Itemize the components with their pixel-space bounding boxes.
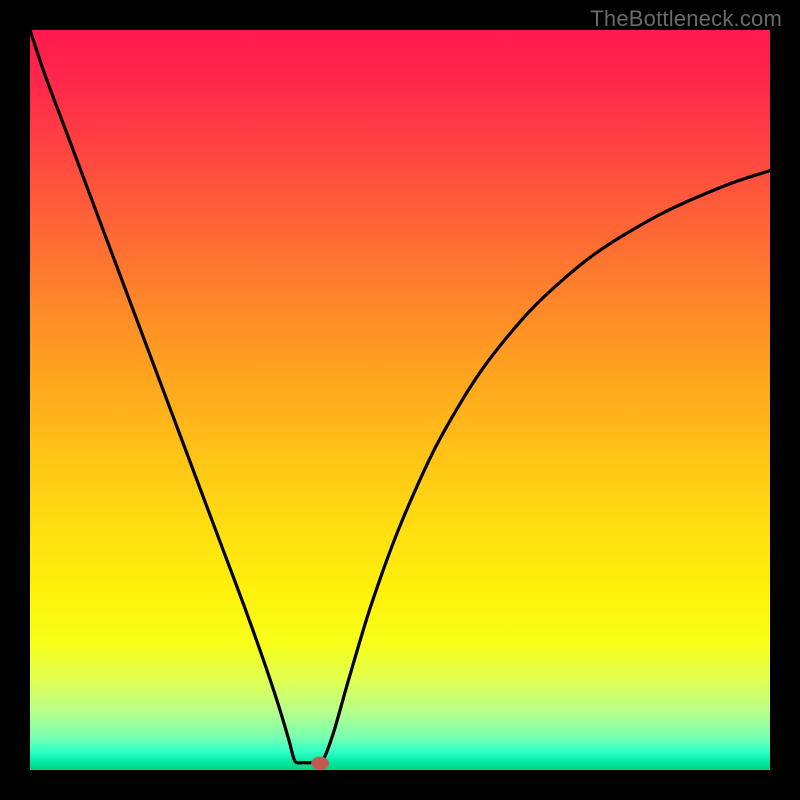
- plot-area: [30, 30, 770, 770]
- chart-svg: [30, 30, 770, 770]
- watermark-text: TheBottleneck.com: [590, 6, 782, 32]
- bottom-marker: [311, 757, 329, 770]
- bottleneck-curve: [30, 30, 770, 763]
- chart-frame: TheBottleneck.com: [0, 0, 800, 800]
